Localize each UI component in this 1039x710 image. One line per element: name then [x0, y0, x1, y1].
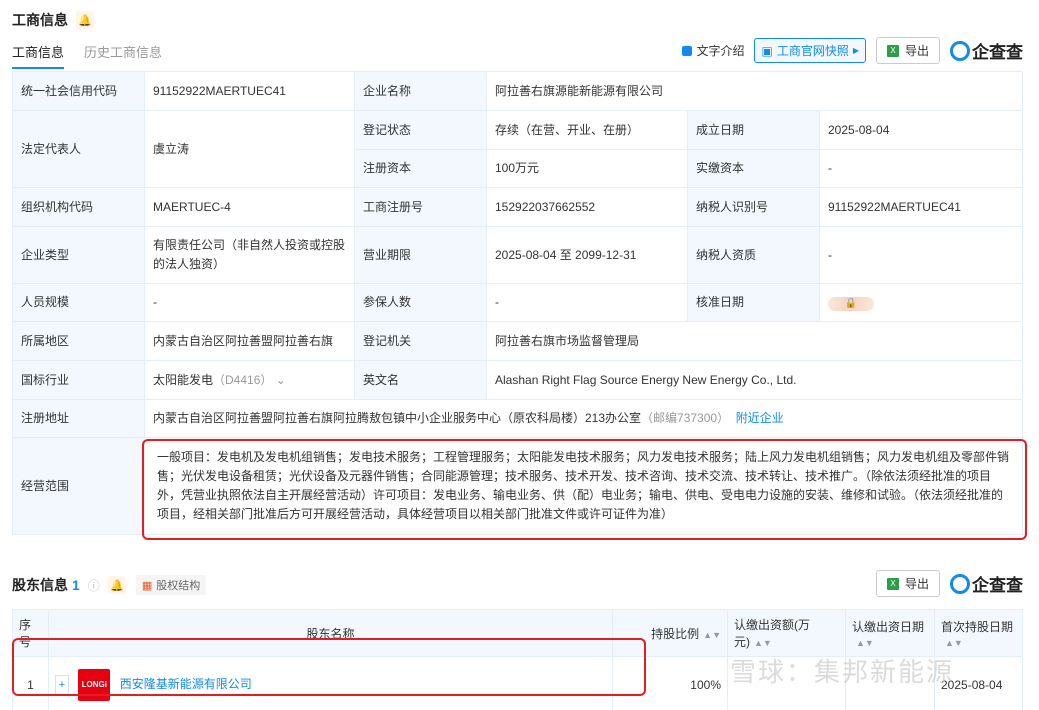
company-type-label: 企业类型 — [12, 226, 145, 284]
term-label: 营业期限 — [354, 226, 487, 284]
scope-label: 经营范围 — [12, 437, 145, 535]
qcc-logo-icon — [950, 40, 970, 61]
qcc-logo-2: 企查查 — [950, 571, 1023, 596]
triangle-right-icon: ▶ — [852, 46, 859, 55]
nearby-companies-link[interactable]: 附近企业 — [736, 411, 784, 425]
shareholder-toolbar: X 导出 企查查 — [875, 570, 1023, 597]
en-name-label: 英文名 — [354, 360, 487, 400]
section-header-business-info: 工商信息 🔔 — [12, 10, 94, 30]
insured-value: - — [486, 283, 688, 322]
reg-capital-label: 注册资本 — [354, 149, 487, 188]
region-value: 内蒙古自治区阿拉善盟阿拉善右旗 — [144, 321, 355, 361]
header-amount[interactable]: 认缴出资额(万元) ▲▼ — [727, 609, 846, 657]
sort-icon[interactable]: ▲▼ — [945, 638, 963, 648]
region-label: 所属地区 — [12, 321, 145, 361]
doc-icon — [682, 45, 693, 56]
chevron-down-icon[interactable]: ⌄ — [276, 373, 286, 387]
credit-code-label: 统一社会信用代码 — [12, 71, 145, 111]
header-sub-date[interactable]: 认缴出资日期▲▼ — [845, 609, 935, 657]
section-title: 工商信息 — [12, 12, 68, 28]
section-header-shareholders: 股东信息 1 ⓘ 🔔 ▦ 股权结构 — [12, 575, 207, 595]
excel-icon: X — [886, 577, 899, 590]
taxpayer-qual-label: 纳税人资质 — [687, 226, 820, 284]
credit-code-value: 91152922MAERTUEC41 — [144, 71, 355, 111]
tab-business-info[interactable]: 工商信息 — [12, 42, 65, 69]
watermark-text: 雪球：集邦新能源 — [730, 657, 955, 687]
taxpayer-qual-value: - — [819, 226, 1023, 284]
sort-icon[interactable]: ▲▼ — [856, 638, 874, 648]
staff-value: - — [144, 283, 355, 322]
reg-status-label: 登记状态 — [354, 110, 487, 150]
industry-label: 国标行业 — [12, 360, 145, 400]
org-code-value: MAERTUEC-4 — [144, 187, 355, 227]
legal-rep-label: 法定代表人 — [12, 110, 145, 188]
qcc-logo-icon — [950, 573, 970, 594]
lock-icon[interactable]: 🔒 — [828, 297, 874, 311]
equity-structure-button[interactable]: ▦ 股权结构 — [135, 575, 207, 595]
export-button-shareholders[interactable]: X 导出 — [875, 570, 940, 597]
export-button[interactable]: X 导出 — [875, 37, 940, 64]
legal-rep-link[interactable]: 虞立涛 — [144, 110, 355, 188]
reg-status-value: 存续（在营、开业、在册） — [486, 110, 688, 150]
company-type-value: 有限责任公司（非自然人投资或控股的法人独资） — [144, 226, 355, 284]
taxpayer-id-label: 纳税人识别号 — [687, 187, 820, 227]
paid-capital-value: - — [819, 149, 1023, 188]
address-label: 注册地址 — [12, 399, 145, 438]
found-date-label: 成立日期 — [687, 110, 820, 150]
en-name-value: Alashan Right Flag Source Energy New Ene… — [486, 360, 1023, 400]
tab-bar: 工商信息 历史工商信息 — [12, 42, 162, 69]
approve-date-value[interactable]: 🔒 — [819, 283, 1023, 322]
authority-label: 登记机关 — [354, 321, 487, 361]
sort-icon[interactable]: ▲▼ — [754, 638, 772, 648]
equity-tree-icon: ▦ — [141, 579, 153, 592]
reg-no-label: 工商注册号 — [354, 187, 487, 227]
toolbar: 文字介绍 ▣ 工商官网快照 ▶ X 导出 企查查 — [682, 37, 1023, 64]
staff-label: 人员规模 — [12, 283, 145, 322]
bell-icon-shareholders[interactable]: 🔔 — [107, 576, 126, 594]
header-first-date[interactable]: 首次持股日期▲▼ — [934, 609, 1023, 657]
found-date-value: 2025-08-04 — [819, 110, 1023, 150]
text-intro-button[interactable]: 文字介绍 — [682, 42, 744, 59]
approve-date-label: 核准日期 — [687, 283, 820, 322]
company-name-value: 阿拉善右旗源能新能源有限公司 — [486, 71, 1023, 111]
company-name-label: 企业名称 — [354, 71, 487, 111]
qcc-logo: 企查查 — [950, 38, 1023, 63]
term-value: 2025-08-04 至 2099-12-31 — [486, 226, 688, 284]
highlight-box-scope — [142, 439, 1027, 540]
shareholder-count: 1 — [72, 577, 80, 593]
excel-icon: X — [886, 44, 899, 57]
reg-capital-value: 100万元 — [486, 149, 688, 188]
authority-value: 阿拉善右旗市场监督管理局 — [486, 321, 1023, 361]
bell-icon[interactable]: 🔔 — [76, 11, 94, 29]
org-code-label: 组织机构代码 — [12, 187, 145, 227]
info-circle-icon[interactable]: ⓘ — [88, 577, 100, 594]
paid-capital-label: 实缴资本 — [687, 149, 820, 188]
reg-no-value: 152922037662552 — [486, 187, 688, 227]
taxpayer-id-value: 91152922MAERTUEC41 — [819, 187, 1023, 227]
official-snapshot-button[interactable]: ▣ 工商官网快照 ▶ — [754, 38, 866, 63]
industry-value[interactable]: 太阳能发电（D4416） ⌄ — [144, 360, 355, 400]
section-title-shareholders: 股东信息 — [12, 577, 68, 593]
highlight-box-shareholder — [12, 638, 646, 696]
snapshot-icon: ▣ — [761, 43, 773, 58]
insured-label: 参保人数 — [354, 283, 487, 322]
sort-icon[interactable]: ▲▼ — [703, 630, 721, 640]
address-value: 内蒙古自治区阿拉善盟阿拉善右旗阿拉腾敖包镇中小企业服务中心（原农科局楼）213办… — [144, 399, 1023, 438]
tab-history-business-info[interactable]: 历史工商信息 — [84, 42, 162, 69]
